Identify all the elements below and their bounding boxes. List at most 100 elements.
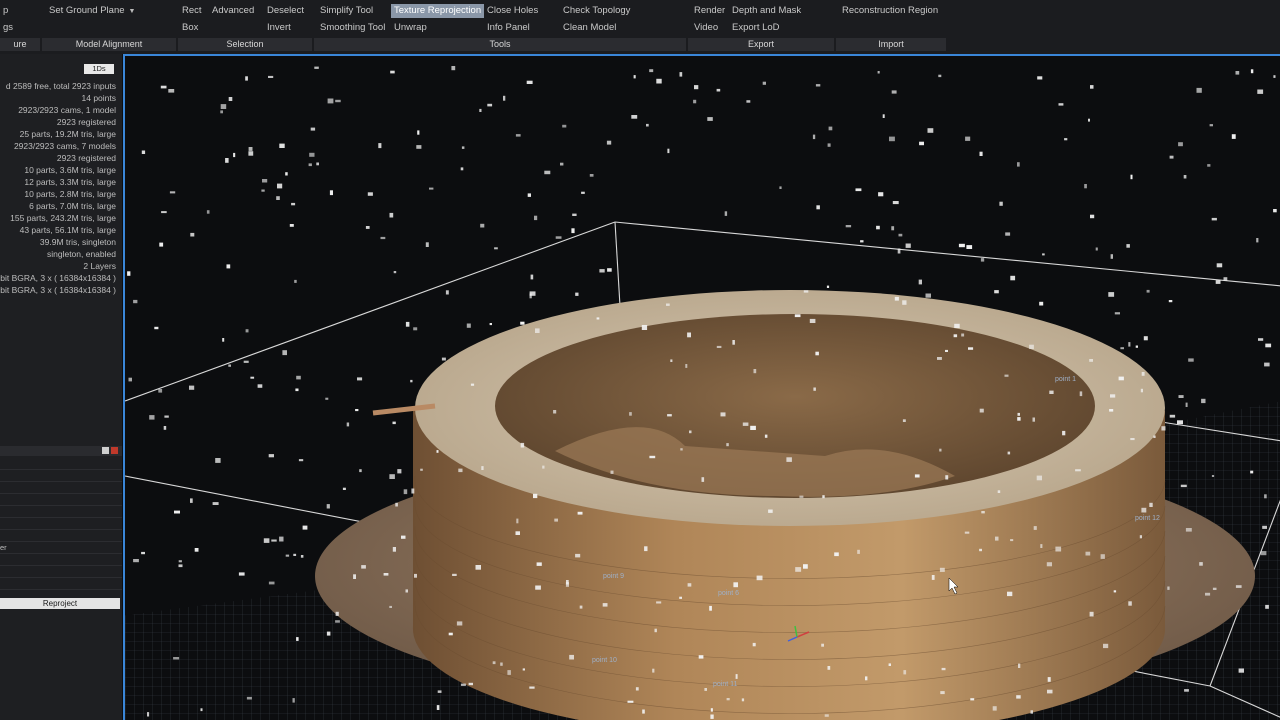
camera-marker: [633, 75, 636, 79]
set-ground-plane-dropdown[interactable]: Set Ground Plane ▼: [46, 4, 138, 19]
camera-marker: [1273, 75, 1276, 78]
camera-marker: [979, 151, 983, 156]
advanced-select-button[interactable]: Advanced: [209, 4, 257, 18]
unwrap-button[interactable]: Unwrap: [391, 21, 430, 35]
camera-marker: [1090, 214, 1095, 219]
settings-field-row[interactable]: [0, 506, 122, 518]
camera-marker: [466, 323, 471, 328]
reproject-button[interactable]: Reproject: [0, 598, 120, 609]
camera-marker: [542, 465, 545, 469]
info-line: 2923/2923 cams, 1 model: [18, 105, 116, 115]
ribbon-item-cut-2[interactable]: gs: [0, 21, 16, 35]
smoothing-tool-button[interactable]: Smoothing Tool: [317, 21, 388, 35]
camera-marker: [326, 631, 331, 636]
camera-marker: [141, 551, 145, 555]
camera-marker: [420, 468, 423, 471]
rect-select-button[interactable]: Rect: [179, 4, 205, 18]
camera-marker: [544, 170, 551, 175]
video-button[interactable]: Video: [691, 21, 721, 35]
camera-marker: [732, 340, 735, 345]
camera-marker: [1141, 507, 1147, 513]
camera-marker: [1128, 601, 1132, 606]
info-badge[interactable]: 1Ds: [84, 64, 114, 74]
camera-marker: [1036, 475, 1042, 481]
camera-marker: [451, 66, 456, 71]
camera-marker: [919, 141, 924, 146]
camera-marker: [606, 140, 612, 145]
control-point-label: point 12: [1135, 515, 1160, 522]
camera-marker: [649, 69, 654, 73]
settings-field-row[interactable]: [0, 494, 122, 506]
settings-field-row[interactable]: [0, 566, 122, 578]
camera-marker: [1032, 417, 1035, 422]
camera-marker: [1265, 343, 1272, 348]
camera-marker: [1100, 554, 1105, 559]
camera-marker: [492, 661, 496, 665]
export-lod-button[interactable]: Export LoD: [729, 21, 783, 35]
camera-marker: [685, 364, 688, 368]
camera-marker: [448, 632, 453, 636]
camera-marker: [460, 167, 464, 171]
3d-viewport[interactable]: point 9 point 10 point 11 point 12 point…: [123, 54, 1280, 720]
depth-and-mask-button[interactable]: Depth and Mask: [729, 4, 804, 18]
camera-marker: [821, 643, 824, 647]
camera-marker: [200, 708, 203, 712]
info-line: 39.9M tris, singleton: [39, 237, 116, 247]
camera-marker: [938, 74, 942, 78]
clean-model-button[interactable]: Clean Model: [560, 21, 619, 35]
camera-marker: [894, 296, 899, 301]
camera-marker: [325, 397, 329, 400]
camera-marker: [279, 536, 284, 542]
render-button[interactable]: Render: [691, 4, 728, 18]
deselect-button[interactable]: Deselect: [264, 4, 307, 18]
texture-reprojection-button[interactable]: Texture Reprojection: [391, 4, 485, 18]
settings-field-row[interactable]: [0, 458, 122, 470]
camera-marker: [980, 258, 985, 262]
ribbon-item-cut[interactable]: p: [0, 4, 11, 18]
simplify-tool-button[interactable]: Simplify Tool: [317, 4, 376, 18]
camera-marker: [1007, 591, 1013, 597]
camera-marker: [133, 299, 138, 304]
settings-field-row[interactable]: [0, 518, 122, 530]
info-line: 2 Layers: [83, 261, 116, 271]
check-topology-button[interactable]: Check Topology: [560, 4, 633, 18]
camera-marker: [212, 502, 219, 505]
camera-marker: [1196, 87, 1202, 93]
camera-marker: [599, 269, 605, 273]
camera-marker: [262, 179, 268, 183]
close-icon[interactable]: [111, 447, 118, 454]
group-label-export: Export: [688, 38, 834, 51]
camera-marker: [163, 426, 167, 430]
camera-marker: [649, 455, 656, 459]
camera-marker: [276, 196, 280, 200]
settings-field-row[interactable]: [0, 578, 122, 590]
camera-marker: [178, 564, 183, 568]
camera-marker: [1058, 103, 1064, 106]
camera-marker: [1168, 300, 1173, 303]
dock-icon[interactable]: [102, 447, 109, 454]
camera-marker: [149, 415, 155, 420]
camera-marker: [335, 611, 339, 616]
camera-marker: [1149, 502, 1153, 507]
invert-button[interactable]: Invert: [264, 21, 294, 35]
camera-marker: [413, 327, 418, 331]
settings-field-row[interactable]: [0, 482, 122, 494]
close-holes-button[interactable]: Close Holes: [484, 4, 541, 18]
camera-marker: [1250, 470, 1254, 474]
camera-marker: [902, 419, 906, 422]
info-panel-button[interactable]: Info Panel: [484, 21, 533, 35]
camera-marker: [656, 78, 662, 84]
camera-marker: [190, 498, 193, 503]
camera-marker: [1207, 164, 1211, 167]
info-line: 6 parts, 7.0M tris, large: [29, 201, 116, 211]
settings-field-row[interactable]: [0, 554, 122, 566]
camera-marker: [285, 172, 288, 176]
info-line: d 2589 free, total 2923 inputs: [5, 81, 116, 91]
camera-marker: [475, 565, 481, 570]
settings-field-row[interactable]: er: [0, 542, 122, 554]
settings-field-row[interactable]: [0, 470, 122, 482]
settings-field-row[interactable]: [0, 530, 122, 542]
camera-marker: [1016, 695, 1021, 699]
reconstruction-region-button[interactable]: Reconstruction Region: [839, 4, 941, 18]
box-select-button[interactable]: Box: [179, 21, 201, 35]
